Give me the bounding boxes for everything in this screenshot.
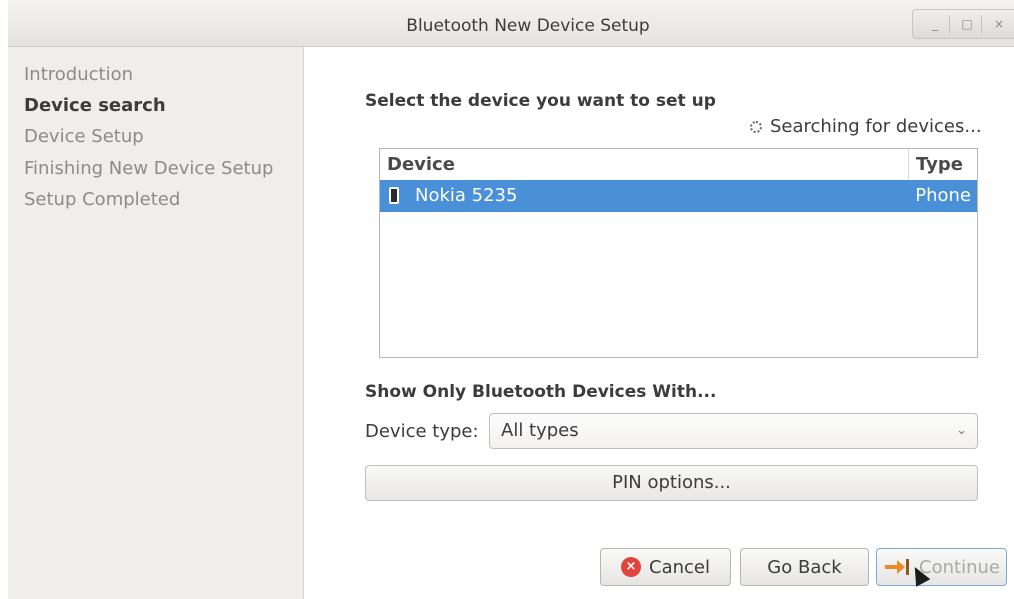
device-name: Nokia 5235 [415,185,518,206]
continue-arrow-icon [885,559,910,575]
controls-divider [981,15,982,33]
device-type-select[interactable]: All types ⌄ [489,413,978,449]
search-status-text: Searching for devices... [770,116,982,137]
list-header: Device Type [380,149,977,181]
maximize-icon[interactable]: □ [953,10,981,38]
spinner-icon [750,120,762,133]
search-status: Searching for devices... [750,116,982,137]
go-back-label: Go Back [767,556,842,578]
continue-label: Continue [919,556,1000,578]
device-row[interactable]: Nokia 5235 Phone [380,180,977,212]
controls-divider [949,15,950,33]
column-header-type[interactable]: Type [908,149,977,180]
column-header-device[interactable]: Device [387,149,455,180]
close-icon[interactable]: × [985,10,1013,38]
window-title: Bluetooth New Device Setup [406,16,650,36]
phone-icon [389,187,399,204]
step-device-search: Device search [24,95,166,116]
device-type-value: All types [501,420,579,441]
continue-button[interactable]: Continue [876,548,1007,586]
cancel-icon: × [621,557,641,577]
cancel-button[interactable]: × Cancel [600,548,731,586]
device-type-label: Device type: [365,421,479,442]
filter-heading: Show Only Bluetooth Devices With... [365,382,717,402]
step-introduction: Introduction [24,64,134,85]
page-title: Select the device you want to set up [365,91,716,111]
go-back-button[interactable]: Go Back [740,548,869,586]
chevron-down-icon: ⌄ [956,423,967,438]
title-bar: Bluetooth New Device Setup [8,0,1014,47]
device-list[interactable]: Device Type Nokia 5235 Phone [379,148,978,358]
cancel-label: Cancel [649,556,710,578]
window-controls: _ □ × [912,9,1014,39]
pin-options-button[interactable]: PIN options... [365,465,978,501]
step-device-setup: Device Setup [24,126,144,147]
step-setup-completed: Setup Completed [24,189,181,210]
device-type: Phone [915,185,971,206]
steps-sidebar: Introduction Device search Device Setup … [8,47,304,599]
step-finishing-setup: Finishing New Device Setup [24,158,274,179]
minimize-icon[interactable]: _ [921,10,949,38]
